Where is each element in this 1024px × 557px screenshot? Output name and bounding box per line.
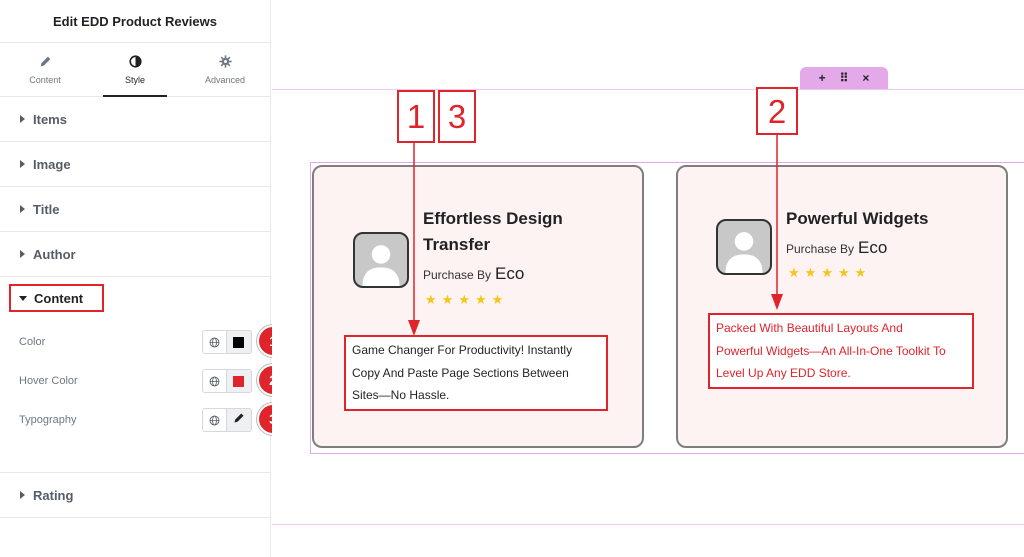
annotation-arrow <box>771 134 783 310</box>
tab-advanced-label: Advanced <box>204 74 246 85</box>
section-image-label: Image <box>33 156 71 172</box>
caret-right-icon <box>20 250 25 258</box>
section-content: Content Color 1 Hover Color 2 Typog <box>0 277 289 473</box>
contrast-icon <box>128 54 142 70</box>
caret-down-icon <box>19 295 27 301</box>
tab-content[interactable]: Content <box>0 43 90 96</box>
section-items-label: Items <box>33 111 67 127</box>
gear-icon <box>218 54 232 70</box>
panel-title: Edit EDD Product Reviews <box>0 0 270 43</box>
caret-right-icon <box>20 115 25 123</box>
caret-right-icon <box>20 491 25 499</box>
section-rating[interactable]: Rating <box>0 473 270 518</box>
annotation-arrow <box>408 143 420 336</box>
section-image[interactable]: Image <box>0 142 270 187</box>
section-author[interactable]: Author <box>0 232 270 277</box>
globe-icon[interactable] <box>203 370 227 392</box>
hover-color-swatch <box>233 375 245 387</box>
globe-icon[interactable] <box>203 331 227 353</box>
section-content-header[interactable]: Content <box>9 284 104 312</box>
hover-color-control-group <box>202 369 252 393</box>
callout-label-1: 1 <box>397 90 435 143</box>
globe-icon[interactable] <box>203 409 227 431</box>
section-rating-label: Rating <box>33 487 74 503</box>
callout-label-2: 2 <box>756 87 798 135</box>
typography-edit-button[interactable] <box>226 409 251 431</box>
section-author-label: Author <box>33 246 76 262</box>
callout-label-3: 3 <box>438 90 476 143</box>
typography-control-group <box>202 408 252 432</box>
editor-screen: Edit EDD Product Reviews Content Style A… <box>0 0 1024 557</box>
color-swatch <box>233 336 245 348</box>
hover-color-control: Hover Color 2 <box>19 364 289 396</box>
panel-tabs: Content Style Advanced <box>0 43 270 97</box>
section-content-label: Content <box>34 290 84 306</box>
color-control-group <box>202 330 252 354</box>
typography-label: Typography <box>19 414 77 426</box>
tab-advanced[interactable]: Advanced <box>180 43 270 96</box>
pencil-icon <box>233 411 245 429</box>
section-title-label: Title <box>33 201 60 217</box>
typography-control: Typography 3 <box>19 403 289 435</box>
section-title[interactable]: Title <box>0 187 270 232</box>
caret-right-icon <box>20 205 25 213</box>
preview-canvas: + ⠿ × Effortless Design Transfer Purchas… <box>272 0 1024 557</box>
pencil-icon <box>39 55 52 70</box>
tab-style-label: Style <box>124 74 145 85</box>
hover-color-label: Hover Color <box>19 375 78 387</box>
hover-color-swatch-button[interactable] <box>226 370 251 392</box>
color-control: Color 1 <box>19 325 289 357</box>
caret-right-icon <box>20 160 25 168</box>
annotation-arrows <box>408 134 783 336</box>
color-label: Color <box>19 336 46 348</box>
tab-style[interactable]: Style <box>90 43 180 97</box>
editor-panel: Edit EDD Product Reviews Content Style A… <box>0 0 289 557</box>
section-items[interactable]: Items <box>0 97 270 142</box>
tab-content-label: Content <box>29 74 61 85</box>
color-swatch-button[interactable] <box>226 331 251 353</box>
